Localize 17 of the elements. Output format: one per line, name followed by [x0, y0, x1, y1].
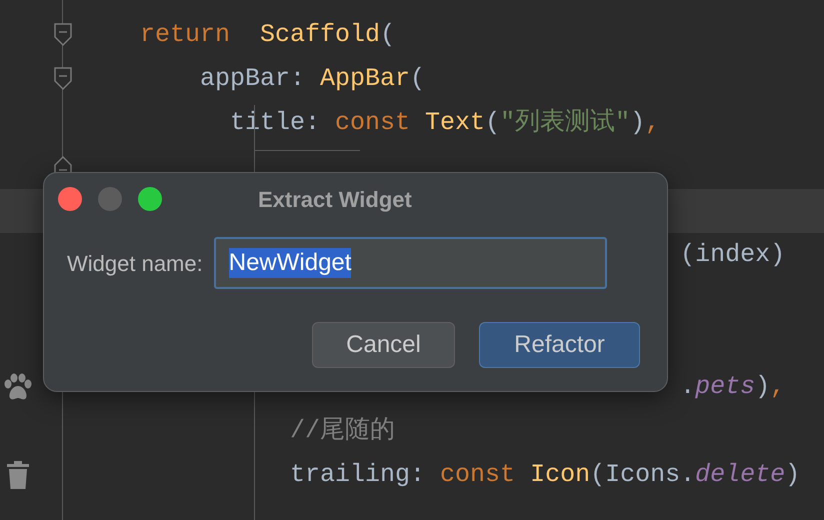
refactor-button[interactable]: Refactor — [479, 322, 640, 368]
code-line: .pets), — [680, 371, 786, 403]
fold-icon[interactable] — [54, 67, 72, 91]
code-line: trailing: const Icon(Icons.delete) — [290, 459, 800, 491]
zoom-button[interactable] — [138, 187, 162, 211]
cancel-button[interactable]: Cancel — [312, 322, 455, 368]
code-line: //尾随的 — [290, 415, 396, 447]
close-button[interactable] — [58, 187, 82, 211]
trash-icon — [7, 461, 29, 489]
fold-icon[interactable] — [54, 23, 72, 47]
dialog-title: Extract Widget — [258, 186, 412, 214]
paw-icon — [3, 373, 33, 401]
code-line: (index) — [680, 239, 786, 271]
code-line: title: const Text("列表测试"), — [230, 107, 660, 139]
code-line: return Scaffold( — [140, 19, 396, 51]
code-line: appBar: AppBar( — [200, 63, 426, 95]
field-label: Widget name: — [67, 250, 203, 278]
